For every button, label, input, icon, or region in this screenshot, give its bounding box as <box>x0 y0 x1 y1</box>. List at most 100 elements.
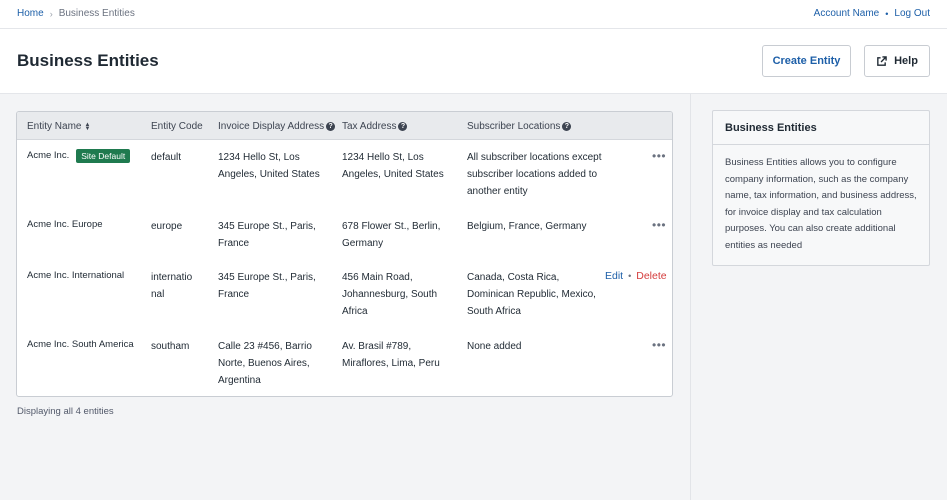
column-label: Entity Name <box>27 121 82 132</box>
address-line: 345 Europe St., Paris, <box>218 221 316 232</box>
page-title: Business Entities <box>17 51 159 70</box>
invoice-address: 1234 Hello St, Los Angeles, United State… <box>218 149 320 183</box>
info-panel-body: Business Entities allows you to configur… <box>713 145 929 264</box>
info-line: Business Entities allows you to configur… <box>725 157 897 168</box>
help-button[interactable]: Help <box>864 45 930 77</box>
info-line: name, tax information, and business addr… <box>725 190 917 201</box>
invoice-address: 345 Europe St., Paris, France <box>218 269 316 303</box>
help-icon[interactable]: ? <box>326 122 336 131</box>
entity-name-cell: Acme Inc. Site Default <box>27 149 131 163</box>
column-label: Subscriber Locations <box>467 121 561 132</box>
entity-name-cell: Acme Inc. International <box>27 269 124 283</box>
breadcrumb: Home › Business Entities <box>17 8 135 19</box>
address-line: Miraflores, Lima, Peru <box>342 358 440 369</box>
subscriber-locations: Canada, Costa Rica, Dominican Republic, … <box>467 269 596 320</box>
location-line: None added <box>467 341 522 352</box>
location-line: South Africa <box>467 306 521 317</box>
code-line: nal <box>151 289 165 300</box>
info-line: for invoice display and tax calculation <box>725 206 882 218</box>
page-header: Business Entities Create Entity Help <box>0 29 947 94</box>
column-label: Tax Address <box>342 121 397 132</box>
info-panel-title: Business Entities <box>713 111 929 145</box>
column-entity-name[interactable]: Entity Name ▲ ▼ <box>27 121 90 132</box>
location-line: All subscriber locations except <box>467 152 602 163</box>
tax-address: Av. Brasil #789, Miraflores, Lima, Peru <box>342 338 440 372</box>
top-bar: Home › Business Entities Account Name • … <box>0 0 947 29</box>
address-line: Africa <box>342 306 368 317</box>
more-options-icon[interactable]: ••• <box>652 338 666 352</box>
tax-address: 1234 Hello St, Los Angeles, United State… <box>342 149 444 183</box>
info-line: purposes. You can also create additional <box>725 223 896 234</box>
column-subscriber-locations: Subscriber Locations ? <box>467 121 572 132</box>
action-separator-icon: • <box>628 271 632 281</box>
edit-link[interactable]: Edit <box>605 270 623 282</box>
account-separator-icon: • <box>885 8 889 19</box>
more-options-icon[interactable]: ••• <box>652 149 666 163</box>
address-line: France <box>218 238 250 249</box>
help-icon[interactable]: ? <box>562 122 572 131</box>
account-menu: Account Name • Log Out <box>814 8 930 19</box>
location-line: Dominican Republic, Mexico, <box>467 289 596 300</box>
entity-name[interactable]: Acme Inc. Europe <box>27 218 103 232</box>
entity-count: Displaying all 4 entities <box>17 406 114 417</box>
entity-name-cell: Acme Inc. Europe <box>27 218 103 232</box>
entity-name[interactable]: Acme Inc. International <box>27 269 124 283</box>
location-line: Canada, Costa Rica, <box>467 272 560 283</box>
address-line: France <box>218 289 250 300</box>
table-header: Entity Name ▲ ▼ Entity Code Invoice Displ… <box>17 112 672 140</box>
invoice-address: 345 Europe St., Paris, France <box>218 218 316 252</box>
address-line: Av. Brasil #789, <box>342 341 412 352</box>
subscriber-locations: None added <box>467 338 522 355</box>
info-line: entities as needed <box>725 239 803 251</box>
create-entity-button[interactable]: Create Entity <box>762 45 851 77</box>
entity-code: default <box>151 152 182 163</box>
delete-link[interactable]: Delete <box>636 270 666 282</box>
entity-code: internatio nal <box>151 269 192 303</box>
address-line: 1234 Hello St, Los <box>218 152 300 163</box>
address-line: 678 Flower St., Berlin, <box>342 221 441 232</box>
external-link-icon <box>877 55 887 66</box>
breadcrumb-current: Business Entities <box>58 8 135 19</box>
more-options-icon[interactable]: ••• <box>652 218 666 232</box>
entity-code: southam <box>151 341 190 352</box>
address-line: Norte, Buenos Aires, <box>218 358 310 369</box>
column-invoice-address: Invoice Display Address ? <box>218 121 336 132</box>
column-label: Entity Code <box>151 121 203 132</box>
address-line: Calle 23 #456, Barrio <box>218 341 312 352</box>
account-name-link[interactable]: Account Name <box>814 8 880 19</box>
address-line: 456 Main Road, <box>342 272 413 283</box>
entity-name[interactable]: Acme Inc. <box>27 149 69 163</box>
location-line: Belgium, France, Germany <box>467 221 587 232</box>
address-line: Angeles, United States <box>342 169 444 180</box>
breadcrumb-home-link[interactable]: Home <box>17 8 44 19</box>
address-line: Germany <box>342 238 384 249</box>
help-icon[interactable]: ? <box>398 122 408 131</box>
location-line: another entity <box>467 186 528 197</box>
address-line: 1234 Hello St, Los <box>342 152 424 163</box>
tax-address: 456 Main Road, Johannesburg, South Afric… <box>342 269 437 320</box>
tax-address: 678 Flower St., Berlin, Germany <box>342 218 440 252</box>
code-line: internatio <box>151 272 193 283</box>
status-badge: Site Default <box>76 149 131 163</box>
sort-icon[interactable]: ▲ ▼ <box>84 122 90 132</box>
subscriber-locations: All subscriber locations except subscrib… <box>467 149 602 200</box>
content-divider <box>690 94 691 500</box>
column-tax-address: Tax Address ? <box>342 121 408 132</box>
subscriber-locations: Belgium, France, Germany <box>467 218 587 235</box>
info-line: company information, such as the company <box>725 173 909 185</box>
breadcrumb-separator-icon: › <box>49 8 53 19</box>
address-line: Johannesburg, South <box>342 289 438 300</box>
invoice-address: Calle 23 #456, Barrio Norte, Buenos Aire… <box>218 338 312 389</box>
row-actions: Edit • Delete <box>605 270 667 282</box>
entity-code: europe <box>151 221 183 232</box>
column-entity-code: Entity Code <box>151 121 203 132</box>
address-line: Argentina <box>218 375 261 386</box>
entity-name-cell: Acme Inc. South America <box>27 338 134 352</box>
logout-link[interactable]: Log Out <box>894 8 930 19</box>
help-button-label: Help <box>894 55 918 67</box>
location-line: subscriber locations added to <box>467 169 598 180</box>
column-label: Invoice Display Address <box>218 121 325 132</box>
address-line: Angeles, United States <box>218 169 320 180</box>
entity-name[interactable]: Acme Inc. South America <box>27 338 134 352</box>
info-panel: Business Entities Business Entities allo… <box>712 110 930 266</box>
